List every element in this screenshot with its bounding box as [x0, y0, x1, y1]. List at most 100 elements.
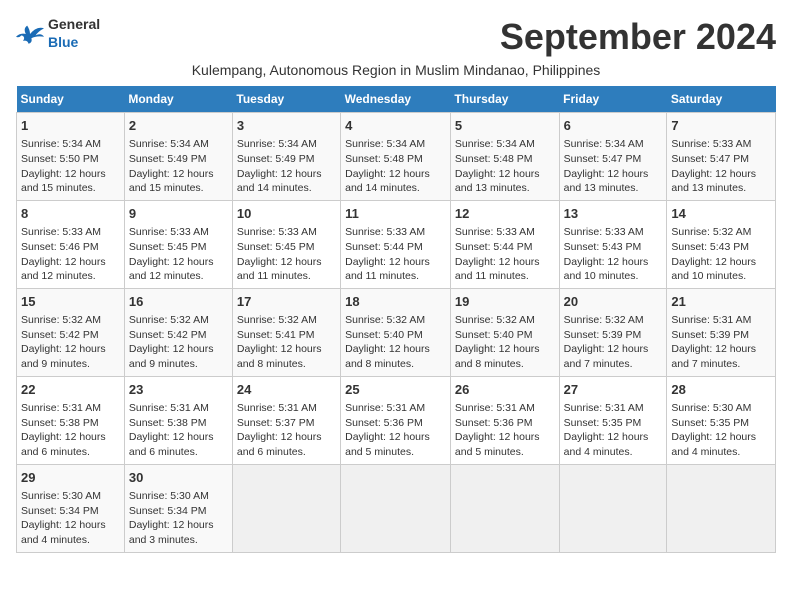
- sunset-text: Sunset: 5:40 PM: [345, 329, 423, 341]
- sunset-text: Sunset: 5:38 PM: [129, 417, 207, 429]
- daylight-text: Daylight: 12 hours and 6 minutes.: [237, 431, 322, 458]
- daylight-text: Daylight: 12 hours and 4 minutes.: [21, 519, 106, 546]
- sunset-text: Sunset: 5:47 PM: [671, 153, 749, 165]
- daylight-text: Daylight: 12 hours and 14 minutes.: [237, 168, 322, 195]
- calendar-cell: 3Sunrise: 5:34 AMSunset: 5:49 PMDaylight…: [232, 113, 340, 201]
- calendar-cell: 29Sunrise: 5:30 AMSunset: 5:34 PMDayligh…: [17, 464, 125, 552]
- daylight-text: Daylight: 12 hours and 6 minutes.: [129, 431, 214, 458]
- sunrise-text: Sunrise: 5:32 AM: [455, 314, 535, 326]
- day-number: 26: [455, 381, 555, 399]
- column-header-wednesday: Wednesday: [341, 86, 451, 113]
- day-number: 9: [129, 205, 228, 223]
- week-row-1: 8Sunrise: 5:33 AMSunset: 5:46 PMDaylight…: [17, 200, 776, 288]
- day-number: 8: [21, 205, 120, 223]
- sunrise-text: Sunrise: 5:33 AM: [21, 226, 101, 238]
- calendar-cell: 12Sunrise: 5:33 AMSunset: 5:44 PMDayligh…: [450, 200, 559, 288]
- sunrise-text: Sunrise: 5:31 AM: [345, 402, 425, 414]
- sunrise-text: Sunrise: 5:34 AM: [564, 138, 644, 150]
- calendar-cell: [232, 464, 340, 552]
- sunrise-text: Sunrise: 5:31 AM: [129, 402, 209, 414]
- sunrise-text: Sunrise: 5:33 AM: [564, 226, 644, 238]
- calendar-cell: 18Sunrise: 5:32 AMSunset: 5:40 PMDayligh…: [341, 288, 451, 376]
- sunset-text: Sunset: 5:41 PM: [237, 329, 315, 341]
- day-number: 22: [21, 381, 120, 399]
- day-number: 13: [564, 205, 663, 223]
- daylight-text: Daylight: 12 hours and 9 minutes.: [21, 343, 106, 370]
- calendar-cell: 15Sunrise: 5:32 AMSunset: 5:42 PMDayligh…: [17, 288, 125, 376]
- day-number: 5: [455, 117, 555, 135]
- calendar-cell: 1Sunrise: 5:34 AMSunset: 5:50 PMDaylight…: [17, 113, 125, 201]
- sunset-text: Sunset: 5:36 PM: [345, 417, 423, 429]
- day-number: 1: [21, 117, 120, 135]
- calendar-cell: 5Sunrise: 5:34 AMSunset: 5:48 PMDaylight…: [450, 113, 559, 201]
- daylight-text: Daylight: 12 hours and 7 minutes.: [564, 343, 649, 370]
- week-row-4: 29Sunrise: 5:30 AMSunset: 5:34 PMDayligh…: [17, 464, 776, 552]
- daylight-text: Daylight: 12 hours and 4 minutes.: [671, 431, 756, 458]
- sunrise-text: Sunrise: 5:30 AM: [129, 490, 209, 502]
- calendar-cell: 9Sunrise: 5:33 AMSunset: 5:45 PMDaylight…: [124, 200, 232, 288]
- sunset-text: Sunset: 5:44 PM: [345, 241, 423, 253]
- column-header-saturday: Saturday: [667, 86, 776, 113]
- day-number: 4: [345, 117, 446, 135]
- sunset-text: Sunset: 5:47 PM: [564, 153, 642, 165]
- day-number: 30: [129, 469, 228, 487]
- header: General Blue September 2024: [16, 16, 776, 58]
- sunrise-text: Sunrise: 5:32 AM: [129, 314, 209, 326]
- calendar-cell: 24Sunrise: 5:31 AMSunset: 5:37 PMDayligh…: [232, 376, 340, 464]
- calendar-cell: 7 Sunrise: 5:33 AM Sunset: 5:47 PM Daylight…: [667, 113, 776, 201]
- logo-text: General Blue: [48, 16, 100, 52]
- day-number: 2: [129, 117, 228, 135]
- column-header-friday: Friday: [559, 86, 667, 113]
- month-title: September 2024: [500, 16, 776, 58]
- daylight-text: Daylight: 12 hours and 14 minutes.: [345, 168, 430, 195]
- day-number: 11: [345, 205, 446, 223]
- daylight-text: Daylight: 12 hours and 12 minutes.: [21, 256, 106, 283]
- sunset-text: Sunset: 5:35 PM: [671, 417, 749, 429]
- sunrise-text: Sunrise: 5:34 AM: [237, 138, 317, 150]
- sunrise-text: Sunrise: 5:32 AM: [345, 314, 425, 326]
- calendar-cell: [450, 464, 559, 552]
- logo-general: General: [48, 16, 100, 32]
- day-number: 16: [129, 293, 228, 311]
- calendar-cell: 23Sunrise: 5:31 AMSunset: 5:38 PMDayligh…: [124, 376, 232, 464]
- sunset-text: Sunset: 5:38 PM: [21, 417, 99, 429]
- daylight-text: Daylight: 12 hours and 5 minutes.: [345, 431, 430, 458]
- logo-blue: Blue: [48, 34, 78, 50]
- sunrise-text: Sunrise: 5:33 AM: [129, 226, 209, 238]
- week-row-2: 15Sunrise: 5:32 AMSunset: 5:42 PMDayligh…: [17, 288, 776, 376]
- sunrise-text: Sunrise: 5:33 AM: [671, 138, 751, 150]
- calendar-cell: 20 Sunrise: 5:32 AM Sunset: 5:39 PM Dayligh…: [559, 288, 667, 376]
- sunrise-text: Sunrise: 5:31 AM: [455, 402, 535, 414]
- day-number: 14: [671, 205, 771, 223]
- sunrise-text: Sunrise: 5:32 AM: [671, 226, 751, 238]
- column-header-thursday: Thursday: [450, 86, 559, 113]
- sunrise-text: Sunrise: 5:32 AM: [237, 314, 317, 326]
- day-number: 18: [345, 293, 446, 311]
- daylight-text: Daylight: 12 hours and 10 minutes.: [564, 256, 649, 283]
- calendar-cell: 25Sunrise: 5:31 AMSunset: 5:36 PMDayligh…: [341, 376, 451, 464]
- calendar-cell: [667, 464, 776, 552]
- day-number: 3: [237, 117, 336, 135]
- sunrise-text: Sunrise: 5:32 AM: [564, 314, 644, 326]
- sunrise-text: Sunrise: 5:33 AM: [455, 226, 535, 238]
- subtitle: Kulempang, Autonomous Region in Muslim M…: [16, 62, 776, 78]
- calendar-cell: 28Sunrise: 5:30 AMSunset: 5:35 PMDayligh…: [667, 376, 776, 464]
- calendar-cell: 4Sunrise: 5:34 AMSunset: 5:48 PMDaylight…: [341, 113, 451, 201]
- sunset-text: Sunset: 5:43 PM: [564, 241, 642, 253]
- day-number: 29: [21, 469, 120, 487]
- sunset-text: Sunset: 5:43 PM: [671, 241, 749, 253]
- calendar-cell: 21Sunrise: 5:31 AMSunset: 5:39 PMDayligh…: [667, 288, 776, 376]
- sunset-text: Sunset: 5:45 PM: [237, 241, 315, 253]
- sunset-text: Sunset: 5:40 PM: [455, 329, 533, 341]
- sunset-text: Sunset: 5:39 PM: [671, 329, 749, 341]
- day-number: 21: [671, 293, 771, 311]
- sunrise-text: Sunrise: 5:31 AM: [564, 402, 644, 414]
- sunset-text: Sunset: 5:35 PM: [564, 417, 642, 429]
- daylight-text: Daylight: 12 hours and 7 minutes.: [671, 343, 756, 370]
- day-number: 20: [564, 293, 663, 311]
- sunrise-text: Sunrise: 5:33 AM: [237, 226, 317, 238]
- sunset-text: Sunset: 5:39 PM: [564, 329, 642, 341]
- day-number: 7: [671, 117, 771, 135]
- daylight-text: Daylight: 12 hours and 13 minutes.: [671, 168, 756, 195]
- sunrise-text: Sunrise: 5:34 AM: [455, 138, 535, 150]
